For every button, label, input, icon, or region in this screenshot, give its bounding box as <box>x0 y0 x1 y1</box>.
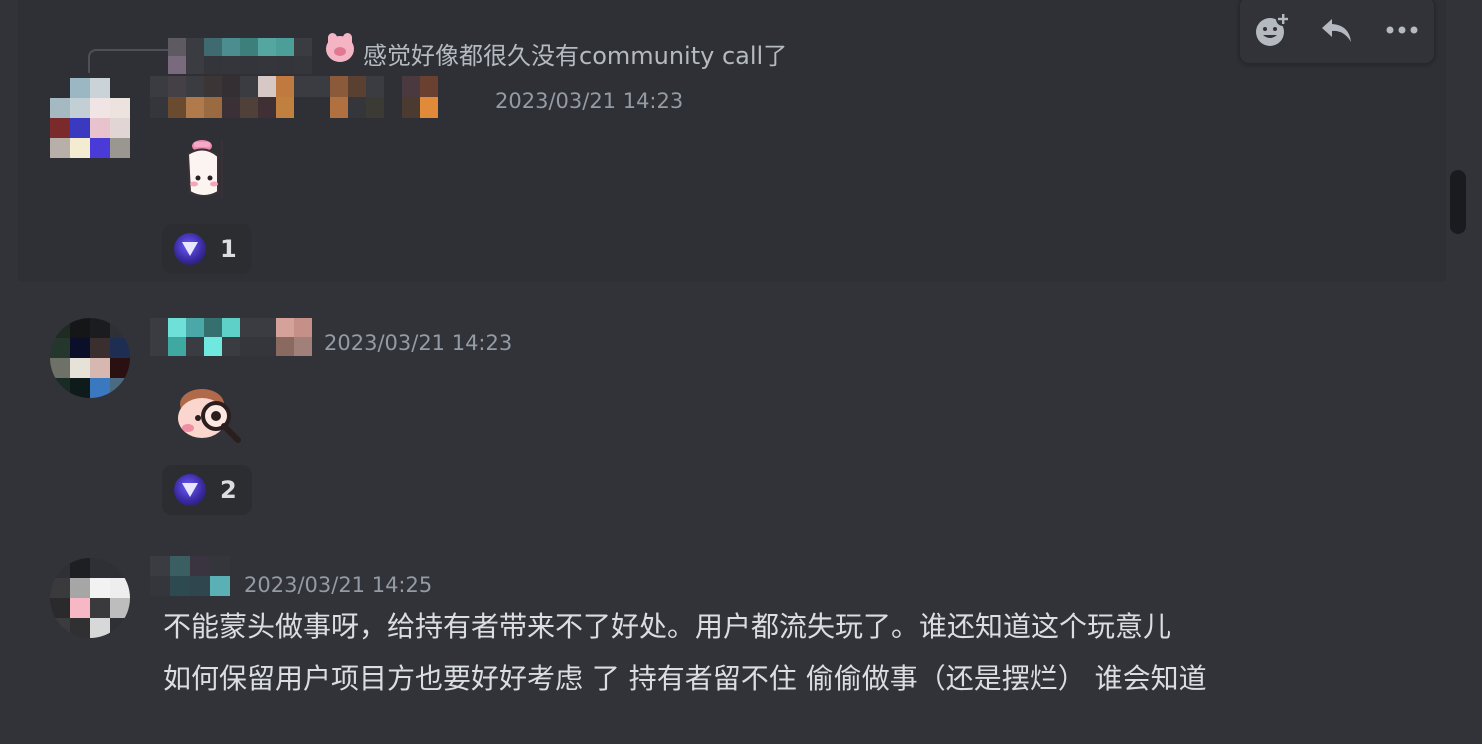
girl-hat-sticker[interactable] <box>182 134 228 204</box>
message-list: 感觉好像都很久没有community call了 2023/03/21 14:2… <box>18 0 1446 744</box>
reply-spine <box>88 49 170 73</box>
reply-preview-text[interactable]: 感觉好像都很久没有community call了 <box>363 36 787 71</box>
reaction-chip[interactable]: 2 <box>162 465 252 515</box>
diamond-emoji-icon <box>174 233 206 265</box>
magnifier-face-sticker[interactable] <box>176 384 246 448</box>
reply-author-name-redacted[interactable] <box>168 38 312 74</box>
message-text-line: 如何保留用户项目方也要好好考虑 了 持有者留不住 偷偷做事（还是摆烂） 谁会知道 <box>163 662 1207 695</box>
scrollbar-track[interactable] <box>1450 0 1466 744</box>
chat-page: 感觉好像都很久没有community call了 2023/03/21 14:2… <box>0 0 1482 744</box>
author-name-redacted[interactable] <box>150 76 474 118</box>
add-reaction-icon <box>1256 12 1291 46</box>
add-reaction-button[interactable] <box>1249 7 1295 53</box>
message-item[interactable]: 2023/03/21 14:25 不能蒙头做事呀，给持有者带来不了好处。用户都流… <box>18 534 1446 744</box>
message-item[interactable]: 感觉好像都很久没有community call了 2023/03/21 14:2… <box>18 0 1446 282</box>
message-timestamp[interactable]: 2023/03/21 14:23 <box>324 331 512 355</box>
pig-emoji <box>326 33 354 62</box>
message-actions-toolbar <box>1239 0 1435 64</box>
author-name-redacted[interactable] <box>150 556 230 596</box>
message-item[interactable]: 2023/03/21 14:23 2 <box>18 282 1446 534</box>
reply-button[interactable] <box>1314 7 1360 53</box>
avatar[interactable] <box>50 318 130 398</box>
message-timestamp[interactable]: 2023/03/21 14:23 <box>495 89 683 113</box>
message-text-line: 不能蒙头做事呀，给持有者带来不了好处。用户都流失玩了。谁还知道这个玩意儿 <box>163 610 1172 643</box>
avatar[interactable] <box>50 78 130 158</box>
reaction-count: 2 <box>220 476 237 504</box>
reply-icon <box>1321 19 1351 42</box>
scrollbar-thumb[interactable] <box>1450 170 1466 234</box>
reaction-count: 1 <box>220 235 237 263</box>
author-name-redacted[interactable] <box>150 318 312 356</box>
message-timestamp[interactable]: 2023/03/21 14:25 <box>244 573 432 597</box>
avatar[interactable] <box>50 558 130 638</box>
more-options-button[interactable] <box>1379 7 1425 53</box>
diamond-emoji-icon <box>174 474 206 506</box>
reaction-chip[interactable]: 1 <box>162 224 252 274</box>
more-icon <box>1386 26 1418 34</box>
